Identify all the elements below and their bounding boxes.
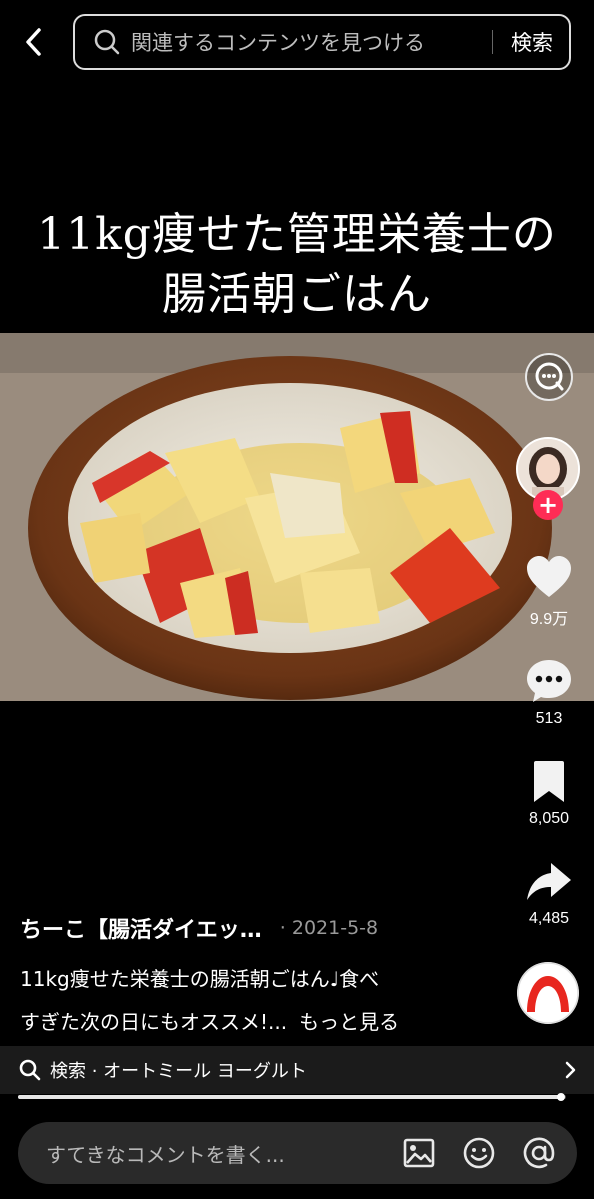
bookmark-button[interactable]: 8,050 bbox=[520, 760, 578, 828]
caption-line-1: 11kg痩せた栄養士の腸活朝ごはん♩食べ bbox=[20, 967, 380, 991]
video-progress-fill bbox=[18, 1095, 561, 1099]
comment-icon bbox=[527, 660, 571, 702]
back-icon bbox=[26, 28, 41, 56]
caption-line-2: すぎた次の日にもオススメ!... もっと見る bbox=[20, 1001, 470, 1044]
see-more-link[interactable]: もっと見る bbox=[299, 1010, 399, 1034]
related-search-text: 検索 · オートミール ヨーグルト bbox=[50, 1061, 307, 1082]
search-input[interactable]: 関連するコンテンツを見つける bbox=[131, 27, 492, 57]
bookmark-icon bbox=[534, 761, 564, 802]
video-title-line-2: 腸活朝ごはん bbox=[162, 269, 432, 320]
video-progress-bar[interactable] bbox=[18, 1093, 566, 1101]
back-button[interactable] bbox=[14, 20, 54, 64]
chevron-right-icon bbox=[565, 1061, 576, 1079]
follow-button[interactable]: + bbox=[533, 490, 563, 520]
search-bar[interactable]: 関連するコンテンツを見つける 検索 bbox=[73, 14, 571, 70]
like-button[interactable]: 9.9万 bbox=[520, 555, 578, 629]
mention-icon[interactable] bbox=[521, 1135, 557, 1171]
comment-button[interactable]: 513 bbox=[520, 658, 578, 728]
like-count: 9.9万 bbox=[529, 611, 569, 628]
post-date: · 2021-5-8 bbox=[279, 917, 379, 939]
search-submit-button[interactable]: 検索 bbox=[493, 27, 569, 57]
chat-bubble-icon bbox=[525, 353, 573, 401]
comment-count: 513 bbox=[535, 710, 563, 727]
author-line: ちーこ【腸活ダイエッ… · 2021-5-8 bbox=[20, 912, 450, 944]
related-search-bar[interactable]: 検索 · オートミール ヨーグルト bbox=[0, 1046, 594, 1094]
share-icon bbox=[527, 863, 571, 900]
search-icon bbox=[93, 28, 121, 56]
video-frame[interactable] bbox=[0, 333, 594, 701]
heart-icon bbox=[527, 556, 571, 597]
sound-icon bbox=[517, 962, 579, 1024]
video-progress-handle[interactable] bbox=[556, 1093, 565, 1101]
food-bowl-illustration bbox=[0, 333, 594, 701]
share-button[interactable]: 4,485 bbox=[520, 860, 578, 928]
share-count: 4,485 bbox=[528, 910, 570, 927]
emoji-icon[interactable] bbox=[461, 1135, 497, 1171]
chat-button[interactable] bbox=[520, 352, 578, 402]
bookmark-count: 8,050 bbox=[528, 810, 570, 827]
music-disc[interactable] bbox=[517, 962, 579, 1024]
author-name[interactable]: ちーこ【腸活ダイエッ… bbox=[20, 912, 262, 944]
caption-line-2-text: すぎた次の日にもオススメ!... bbox=[20, 1010, 288, 1034]
image-icon[interactable] bbox=[401, 1135, 437, 1171]
comment-bar[interactable]: すてきなコメントを書く... bbox=[18, 1122, 577, 1184]
video-title-line-1: 11kg痩せた管理栄養士の bbox=[37, 209, 557, 260]
video-overlay-title: 11kg痩せた管理栄養士の 腸活朝ごはん bbox=[0, 205, 594, 325]
post-caption: 11kg痩せた栄養士の腸活朝ごはん♩食べ すぎた次の日にもオススメ!... もっと… bbox=[20, 958, 470, 1044]
search-icon bbox=[19, 1059, 41, 1081]
comment-input[interactable]: すてきなコメントを書く... bbox=[46, 1139, 401, 1168]
